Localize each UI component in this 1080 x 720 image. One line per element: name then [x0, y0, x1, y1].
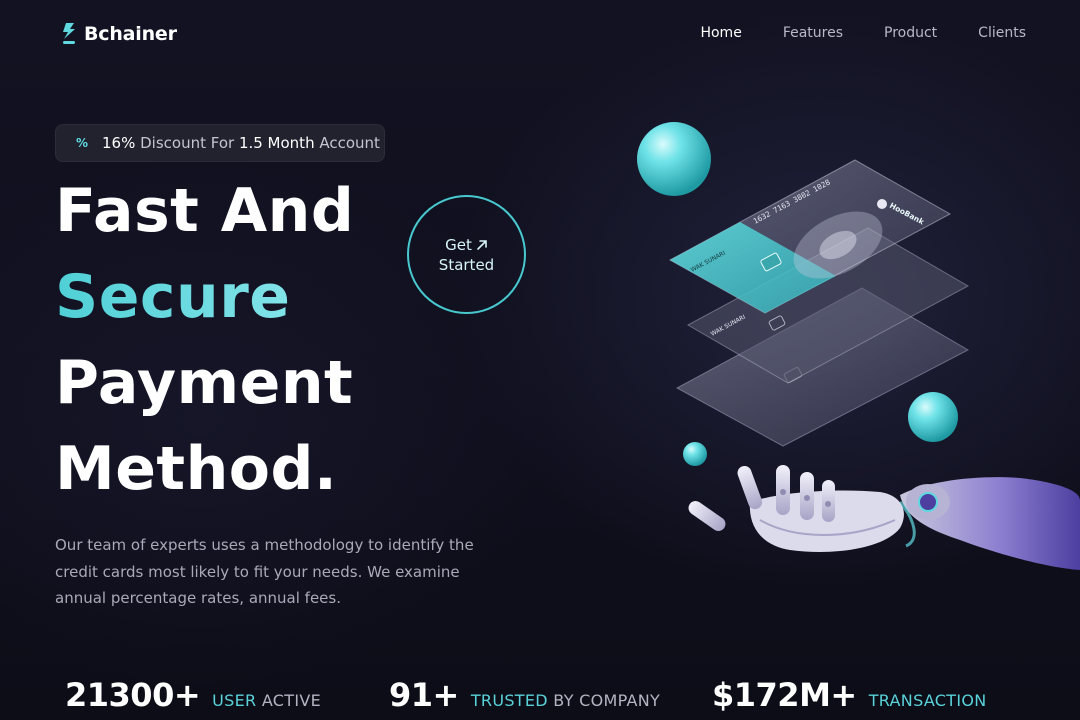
nav-item-features[interactable]: Features — [783, 25, 843, 41]
robot-hand — [688, 465, 1080, 570]
cta-label-line-2: Started — [438, 255, 495, 274]
headline-line-3: Payment — [55, 348, 354, 418]
hero-description: Our team of experts uses a methodology t… — [55, 536, 474, 607]
nav-item-clients[interactable]: Clients — [978, 25, 1026, 41]
landing-page: Bchainer Home Features Product Clients %… — [0, 0, 1080, 720]
headline-line-2: Secure — [55, 254, 354, 340]
discount-mid: Discount For — [135, 134, 239, 152]
stat-value: 91+ — [389, 676, 459, 714]
stat-label: TRANSACTION — [868, 691, 987, 710]
discount-suffix: Account — [314, 134, 380, 152]
logo-icon — [63, 23, 75, 44]
discount-badge: % 16% Discount For 1.5 Month Account — [55, 124, 385, 162]
sphere-small — [683, 442, 707, 466]
headline-line-1: Fast And — [55, 176, 355, 246]
cta-first-row: Get — [445, 235, 488, 255]
cta-label-line-1: Get — [445, 235, 472, 254]
arrow-up-right-icon — [477, 239, 487, 250]
nav-item-product[interactable]: Product — [884, 25, 937, 41]
brand-logo[interactable]: Bchainer — [60, 22, 177, 46]
stat-transactions: $172M+ TRANSACTION — [712, 676, 987, 714]
brand-name: Bchainer — [84, 23, 177, 45]
sphere-large — [637, 122, 711, 196]
stat-value: 21300+ — [65, 676, 201, 714]
stats-bar: 21300+ USER ACTIVE 91+ TRUSTED BY COMPAN… — [65, 676, 1065, 720]
headline-line-4: Method. — [55, 434, 338, 504]
percent-icon: % — [75, 136, 89, 150]
stat-label: USER ACTIVE — [212, 691, 322, 710]
hero-headline: Fast And Secure Payment Method. — [55, 168, 354, 512]
discount-percent: 16% — [102, 134, 136, 152]
stat-label: TRUSTED BY COMPANY — [470, 691, 661, 710]
hero-illustration: WAK SUNARI WAK SUNARI . 1632 7163 3802 1… — [637, 122, 1080, 570]
discount-period: 1.5 Month — [238, 134, 315, 152]
stat-value: $172M+ — [712, 676, 857, 714]
get-started-button[interactable]: Get Started — [407, 195, 526, 314]
nav-item-home[interactable]: Home — [700, 25, 741, 41]
main-nav: Home Features Product Clients — [700, 25, 1026, 41]
discount-text: 16% Discount For 1.5 Month Account — [102, 134, 380, 152]
stat-companies: 91+ TRUSTED BY COMPANY — [389, 676, 660, 714]
sphere-medium — [908, 392, 958, 442]
stat-users: 21300+ USER ACTIVE — [65, 676, 321, 714]
